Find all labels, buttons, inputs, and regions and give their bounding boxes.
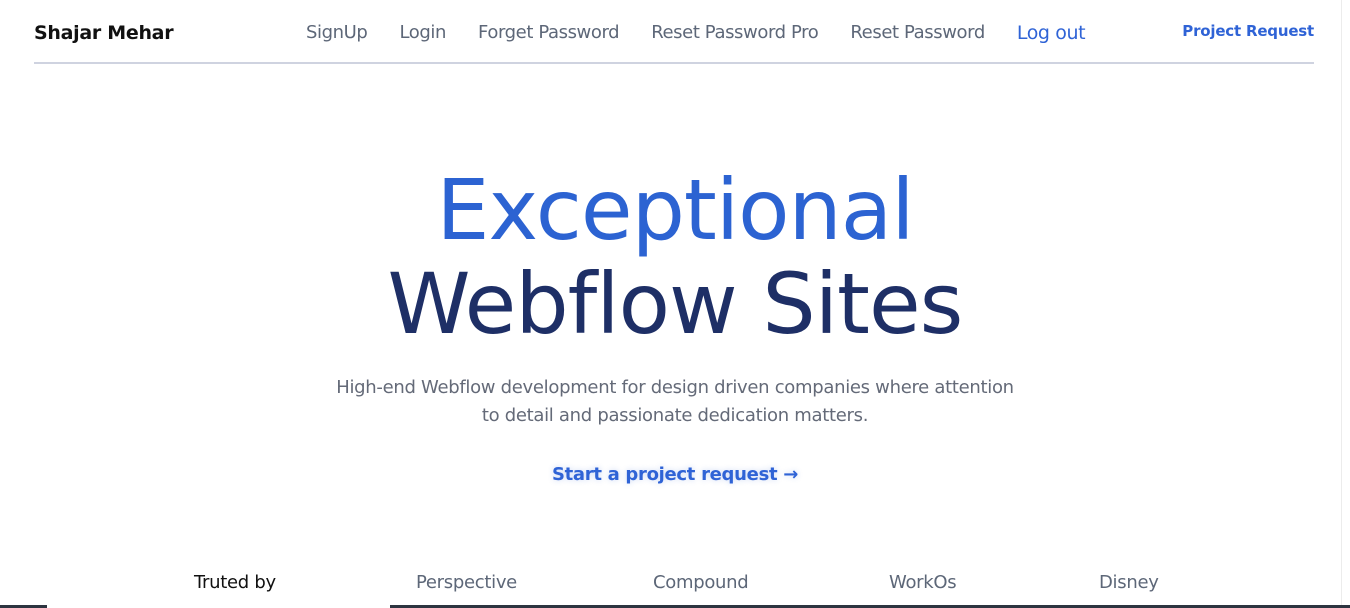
trusted-by-label: Truted by	[194, 572, 276, 593]
vertical-scrollbar[interactable]	[1341, 0, 1350, 608]
nav-login-link[interactable]: Login	[399, 22, 446, 44]
hero-subtitle: High-end Webflow development for design …	[0, 374, 1350, 430]
top-navbar: Shajar Mehar SignUp Login Forget Passwor…	[34, 0, 1314, 64]
nav-logout-link[interactable]: Log out	[1017, 22, 1086, 44]
cta-container: Start a project request →	[0, 464, 1350, 485]
client-logo-disney: Disney	[1099, 572, 1159, 593]
hero-subtitle-line-2: to detail and passionate dedication matt…	[481, 405, 869, 426]
trusted-by-row: Truted by Perspective Compound WorkOs Di…	[0, 572, 1350, 596]
nav-signup-link[interactable]: SignUp	[306, 22, 368, 44]
client-logo-perspective: Perspective	[416, 572, 517, 593]
nav-forget-password-link[interactable]: Forget Password	[478, 22, 620, 44]
project-request-nav-link[interactable]: Project Request	[1182, 22, 1314, 40]
client-logo-compound: Compound	[653, 572, 749, 593]
hero-subtitle-line-1: High-end Webflow development for design …	[336, 377, 1014, 398]
page: Shajar Mehar SignUp Login Forget Passwor…	[0, 0, 1350, 608]
client-logo-workos: WorkOs	[889, 572, 957, 593]
start-project-request-link[interactable]: Start a project request →	[552, 464, 798, 485]
hero-title-line-1: Exceptional	[436, 161, 914, 259]
hero-title-line-2: Webflow Sites	[387, 255, 964, 353]
main-nav: SignUp Login Forget Password Reset Passw…	[306, 22, 1117, 44]
nav-reset-password-pro-link[interactable]: Reset Password Pro	[651, 22, 819, 44]
brand-logo[interactable]: Shajar Mehar	[34, 22, 174, 44]
nav-reset-password-link[interactable]: Reset Password	[850, 22, 985, 44]
